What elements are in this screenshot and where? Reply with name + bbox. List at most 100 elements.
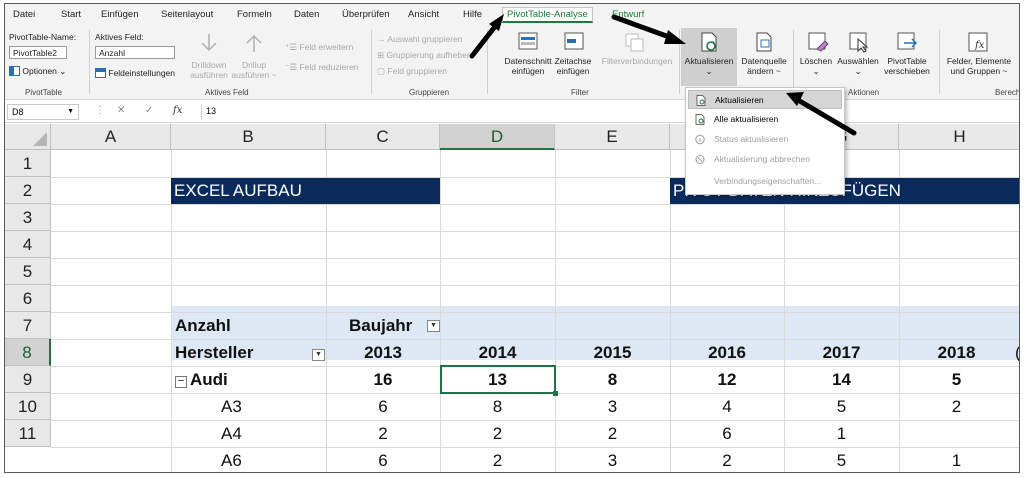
worksheet-grid: A B C D E F G H 1 2 3 4 5 6 7 8 9 10 11 … [5, 124, 1019, 472]
options-button[interactable]: Optionen ⌄ [9, 66, 66, 77]
pivot-cell[interactable]: 6 [326, 393, 440, 420]
tab-ueberpruefen[interactable]: Überprüfen [342, 9, 390, 20]
field-settings-button[interactable]: Feldeinstellungen [95, 68, 175, 78]
pivot-cell[interactable]: 14 [784, 366, 899, 393]
group-selection-button[interactable]: → Auswahl gruppieren [377, 34, 463, 44]
menu-item-refresh-status[interactable]: Status aktualisieren [688, 130, 842, 149]
select-all-corner[interactable] [5, 124, 51, 150]
expand-field-button[interactable]: ⁺☰ Feld erweitern [285, 42, 353, 53]
pivot-cell[interactable]: 16 [326, 366, 440, 393]
row-header[interactable]: 6 [5, 285, 51, 312]
banner-excel-aufbau: EXCEL AUFBAU [171, 178, 440, 204]
pivot-cell[interactable]: 6 [670, 420, 784, 447]
pivot-item[interactable]: A4 [221, 420, 242, 447]
tab-pivottable-analyse[interactable]: PivotTable-Analyse [502, 7, 593, 23]
menu-item-refresh-all[interactable]: Alle aktualisieren [688, 110, 842, 129]
column-header-selected[interactable]: D [440, 124, 555, 150]
row-header[interactable]: 10 [5, 393, 51, 420]
pivot-cell[interactable]: 1 [899, 447, 1014, 472]
dropdown-arrow-icon[interactable]: ▼ [312, 349, 325, 361]
pivot-cell[interactable]: 5 [784, 447, 899, 472]
tab-datei[interactable]: Datei [13, 9, 35, 20]
year-header: 2018 [937, 343, 976, 362]
row-header[interactable]: 7 [5, 312, 51, 339]
pivot-cell[interactable]: 8 [555, 366, 670, 393]
pivot-item[interactable]: A6 [221, 447, 242, 472]
menu-item-refresh[interactable]: Aktualisieren [688, 90, 842, 109]
tab-start[interactable]: Start [61, 9, 81, 20]
drilldown-button[interactable]: Drilldown ausführen [183, 60, 235, 80]
active-field-input[interactable]: Anzahl [95, 46, 175, 59]
menu-item-connection-properties[interactable]: Verbindungseigenschaften... [688, 172, 842, 191]
row-header[interactable]: 1 [5, 150, 51, 177]
column-header[interactable]: H [899, 124, 1019, 150]
tab-hilfe[interactable]: Hilfe [463, 9, 482, 20]
column-header[interactable]: E [555, 124, 670, 150]
pivot-group-row[interactable]: − Audi [175, 366, 228, 393]
drillup-button[interactable]: Drillup ausführen ~ [229, 60, 279, 80]
pivot-cell[interactable]: 12 [670, 366, 784, 393]
select-button[interactable]: Auswählen ⌄ [835, 56, 881, 76]
pivot-cell[interactable]: 2 [555, 420, 670, 447]
group-label-pivottable: PivotTable [25, 88, 62, 97]
filter-connections-button[interactable]: Filterverbindungen [599, 56, 675, 66]
pivottable-name-input[interactable]: PivotTable2 [9, 46, 67, 59]
pivot-cell[interactable]: 3 [555, 393, 670, 420]
insert-timeline-button[interactable]: Zeitachse einfügen [547, 56, 599, 76]
select-icon [849, 32, 869, 53]
column-header[interactable]: A [51, 124, 171, 150]
change-data-source-button[interactable]: Datenquelle ändern ~ [735, 56, 793, 76]
row-header[interactable]: 11 [5, 420, 51, 447]
pivot-cell[interactable]: 2 [440, 447, 555, 472]
pivot-cell[interactable]: 1 [784, 420, 899, 447]
move-pivottable-button[interactable]: PivotTable verschieben [879, 56, 935, 76]
chevron-down-icon[interactable]: ▼ [67, 108, 74, 115]
pivot-cell[interactable]: 2 [440, 420, 555, 447]
pivot-cell[interactable]: 8 [440, 393, 555, 420]
refresh-dropdown-menu: Aktualisieren Alle aktualisieren Status … [685, 87, 845, 195]
collapse-field-button[interactable]: ⁻☰ Feld reduzieren [285, 62, 359, 73]
tab-einfuegen[interactable]: Einfügen [101, 9, 139, 20]
collapse-icon[interactable]: − [175, 376, 187, 388]
tab-seitenlayout[interactable]: Seitenlayout [161, 9, 213, 20]
confirm-icon[interactable]: ✓ [145, 105, 153, 116]
formula-input[interactable]: 13 [201, 104, 681, 120]
pivot-cell[interactable]: 5 [899, 366, 1014, 393]
pivot-cell[interactable]: 2 [326, 420, 440, 447]
row-header[interactable]: 5 [5, 258, 51, 285]
data-source-icon [756, 32, 772, 52]
filter-icon[interactable]: ▼ [427, 320, 440, 332]
name-box[interactable]: D8 ▼ [7, 104, 79, 120]
row-header[interactable]: 2 [5, 177, 51, 204]
pivot-cell[interactable]: 5 [784, 393, 899, 420]
row-header[interactable]: 9 [5, 366, 51, 393]
insert-function-icon[interactable]: fx [173, 105, 182, 116]
cancel-icon[interactable]: ✕ [117, 105, 125, 116]
row-header[interactable]: 3 [5, 204, 51, 231]
tab-daten[interactable]: Daten [294, 9, 319, 20]
column-header[interactable]: B [171, 124, 326, 150]
tab-entwurf[interactable]: Entwurf [612, 9, 644, 20]
fields-items-sets-button[interactable]: Felder, Elemente und Gruppen ~ [945, 56, 1013, 76]
pivot-cell[interactable]: 4 [670, 393, 784, 420]
row-header-selected[interactable]: 8 [5, 339, 51, 366]
pivot-cell[interactable]: 2 [899, 393, 1014, 420]
pivot-cell[interactable]: 2 [670, 447, 784, 472]
cancel-refresh-icon [695, 155, 705, 164]
tab-ansicht[interactable]: Ansicht [408, 9, 439, 20]
menu-item-cancel-refresh[interactable]: Aktualisierung abbrechen [688, 150, 842, 169]
tab-formeln[interactable]: Formeln [237, 9, 272, 20]
clear-button[interactable]: Löschen ⌄ [795, 56, 837, 76]
drillup-icon [246, 34, 262, 52]
pivot-cell[interactable]: 3 [555, 447, 670, 472]
pivot-item[interactable]: A3 [221, 393, 242, 420]
row-header[interactable]: 4 [5, 231, 51, 258]
ribbon-tabs: Datei Start Einfügen Seitenlayout Formel… [5, 4, 1019, 26]
grid-line [51, 231, 1019, 232]
group-field-button[interactable]: ▢ Feld gruppieren [377, 66, 447, 77]
ungroup-button[interactable]: ⊞ Gruppierung aufheben [377, 50, 472, 61]
refresh-button[interactable]: Aktualisieren ⌄ [681, 56, 737, 76]
column-header[interactable]: C [326, 124, 440, 150]
pivot-cell[interactable]: 6 [326, 447, 440, 472]
group-label-grouping: Gruppieren [409, 88, 450, 97]
